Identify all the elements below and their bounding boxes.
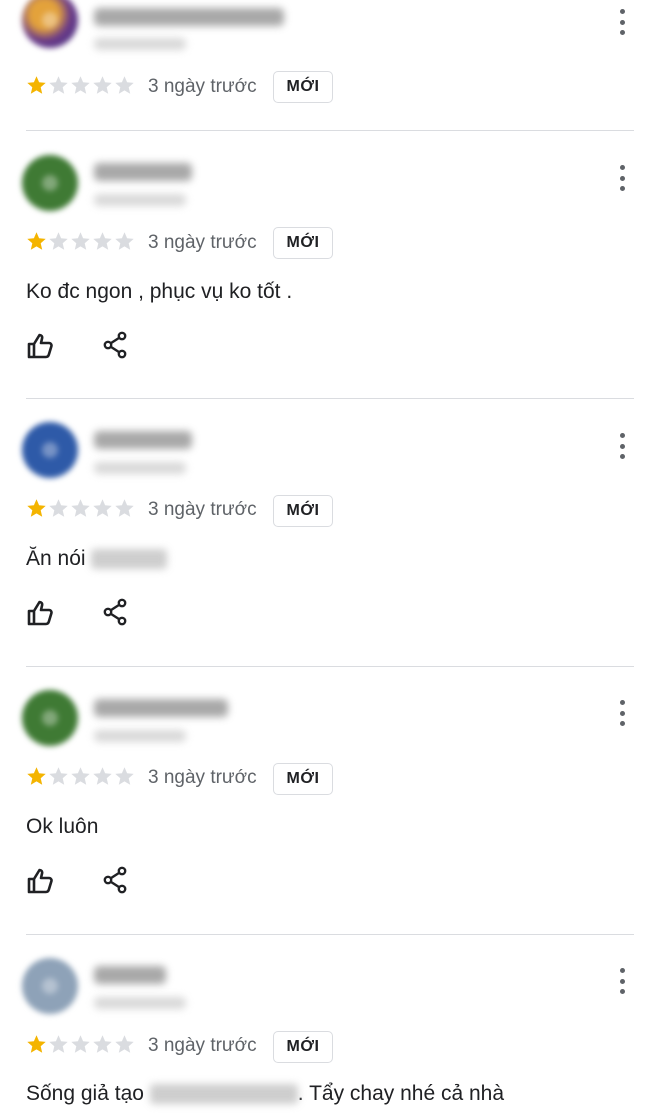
share-icon xyxy=(103,866,127,894)
star-empty-icon xyxy=(49,499,68,517)
avatar[interactable] xyxy=(22,155,78,211)
review-date: 3 ngày trước xyxy=(148,232,257,253)
censored-text xyxy=(149,1084,298,1105)
star-filled-icon xyxy=(27,1035,46,1053)
star-filled-icon xyxy=(27,499,46,517)
more-vert-icon xyxy=(619,700,625,705)
like-button[interactable] xyxy=(26,866,56,896)
star-empty-icon xyxy=(71,232,90,250)
star-rating xyxy=(26,766,135,788)
star-empty-icon xyxy=(115,232,134,250)
star-empty-icon xyxy=(93,499,112,517)
divider xyxy=(26,398,634,399)
reviewer-name[interactable] xyxy=(94,163,192,181)
star-rating xyxy=(26,231,135,253)
like-button[interactable] xyxy=(26,598,56,628)
star-filled-icon xyxy=(27,76,46,94)
new-badge: MỚI xyxy=(273,763,333,795)
star-empty-icon xyxy=(49,1035,68,1053)
share-button[interactable] xyxy=(100,330,130,360)
review-date: 3 ngày trước xyxy=(148,76,257,97)
star-empty-icon xyxy=(115,1035,134,1053)
avatar[interactable] xyxy=(22,0,78,48)
star-empty-icon xyxy=(71,499,90,517)
share-icon xyxy=(103,598,127,626)
review-text: Sống giả tạo . Tẩy chay nhé cả nhà xyxy=(26,1082,505,1105)
more-options-button[interactable] xyxy=(612,968,632,994)
star-empty-icon xyxy=(93,232,112,250)
avatar[interactable] xyxy=(22,422,78,478)
star-empty-icon xyxy=(49,76,68,94)
reviewer-name[interactable] xyxy=(94,966,166,984)
new-badge: MỚI xyxy=(273,1031,333,1063)
star-empty-icon xyxy=(115,767,134,785)
star-filled-icon xyxy=(27,232,46,250)
new-badge: MỚI xyxy=(273,495,333,527)
more-options-button[interactable] xyxy=(612,9,632,35)
review-date: 3 ngày trước xyxy=(148,499,257,520)
new-badge: MỚI xyxy=(273,71,333,103)
share-button[interactable] xyxy=(100,865,130,895)
star-empty-icon xyxy=(93,1035,112,1053)
thumb-up-icon xyxy=(27,600,53,626)
share-button[interactable] xyxy=(100,597,130,627)
star-rating xyxy=(26,1034,135,1056)
new-badge: MỚI xyxy=(273,227,333,259)
divider xyxy=(26,934,634,935)
reviewer-name[interactable] xyxy=(94,699,228,717)
star-rating xyxy=(26,75,135,97)
reviewer-meta xyxy=(94,38,186,50)
review-date: 3 ngày trước xyxy=(148,1035,257,1056)
censored-text xyxy=(91,549,168,570)
more-options-button[interactable] xyxy=(612,433,632,459)
thumb-up-icon xyxy=(27,333,53,359)
more-options-button[interactable] xyxy=(612,165,632,191)
thumb-up-icon xyxy=(27,868,53,894)
reviewer-meta xyxy=(94,730,186,742)
star-empty-icon xyxy=(93,76,112,94)
star-empty-icon xyxy=(115,76,134,94)
star-empty-icon xyxy=(71,767,90,785)
more-vert-icon xyxy=(619,968,625,973)
divider xyxy=(26,130,634,131)
like-button[interactable] xyxy=(26,331,56,361)
star-empty-icon xyxy=(93,767,112,785)
reviewer-meta xyxy=(94,462,186,474)
review-date: 3 ngày trước xyxy=(148,767,257,788)
avatar[interactable] xyxy=(22,690,78,746)
review-text: Ok luôn xyxy=(26,815,99,838)
star-rating xyxy=(26,498,135,520)
divider xyxy=(26,666,634,667)
more-vert-icon xyxy=(619,9,625,14)
star-empty-icon xyxy=(71,1035,90,1053)
reviewer-meta xyxy=(94,997,186,1009)
share-icon xyxy=(103,331,127,359)
reviewer-name[interactable] xyxy=(94,431,192,449)
star-empty-icon xyxy=(115,499,134,517)
review-text: Ăn nói xyxy=(26,545,168,573)
star-empty-icon xyxy=(49,767,68,785)
star-filled-icon xyxy=(27,767,46,785)
star-empty-icon xyxy=(49,232,68,250)
more-vert-icon xyxy=(619,165,625,170)
more-options-button[interactable] xyxy=(612,700,632,726)
more-vert-icon xyxy=(619,433,625,438)
reviewer-name[interactable] xyxy=(94,8,284,26)
reviewer-meta xyxy=(94,194,186,206)
review-text: Ko đc ngon , phục vụ ko tốt . xyxy=(26,280,293,303)
star-empty-icon xyxy=(71,76,90,94)
avatar[interactable] xyxy=(22,958,78,1014)
